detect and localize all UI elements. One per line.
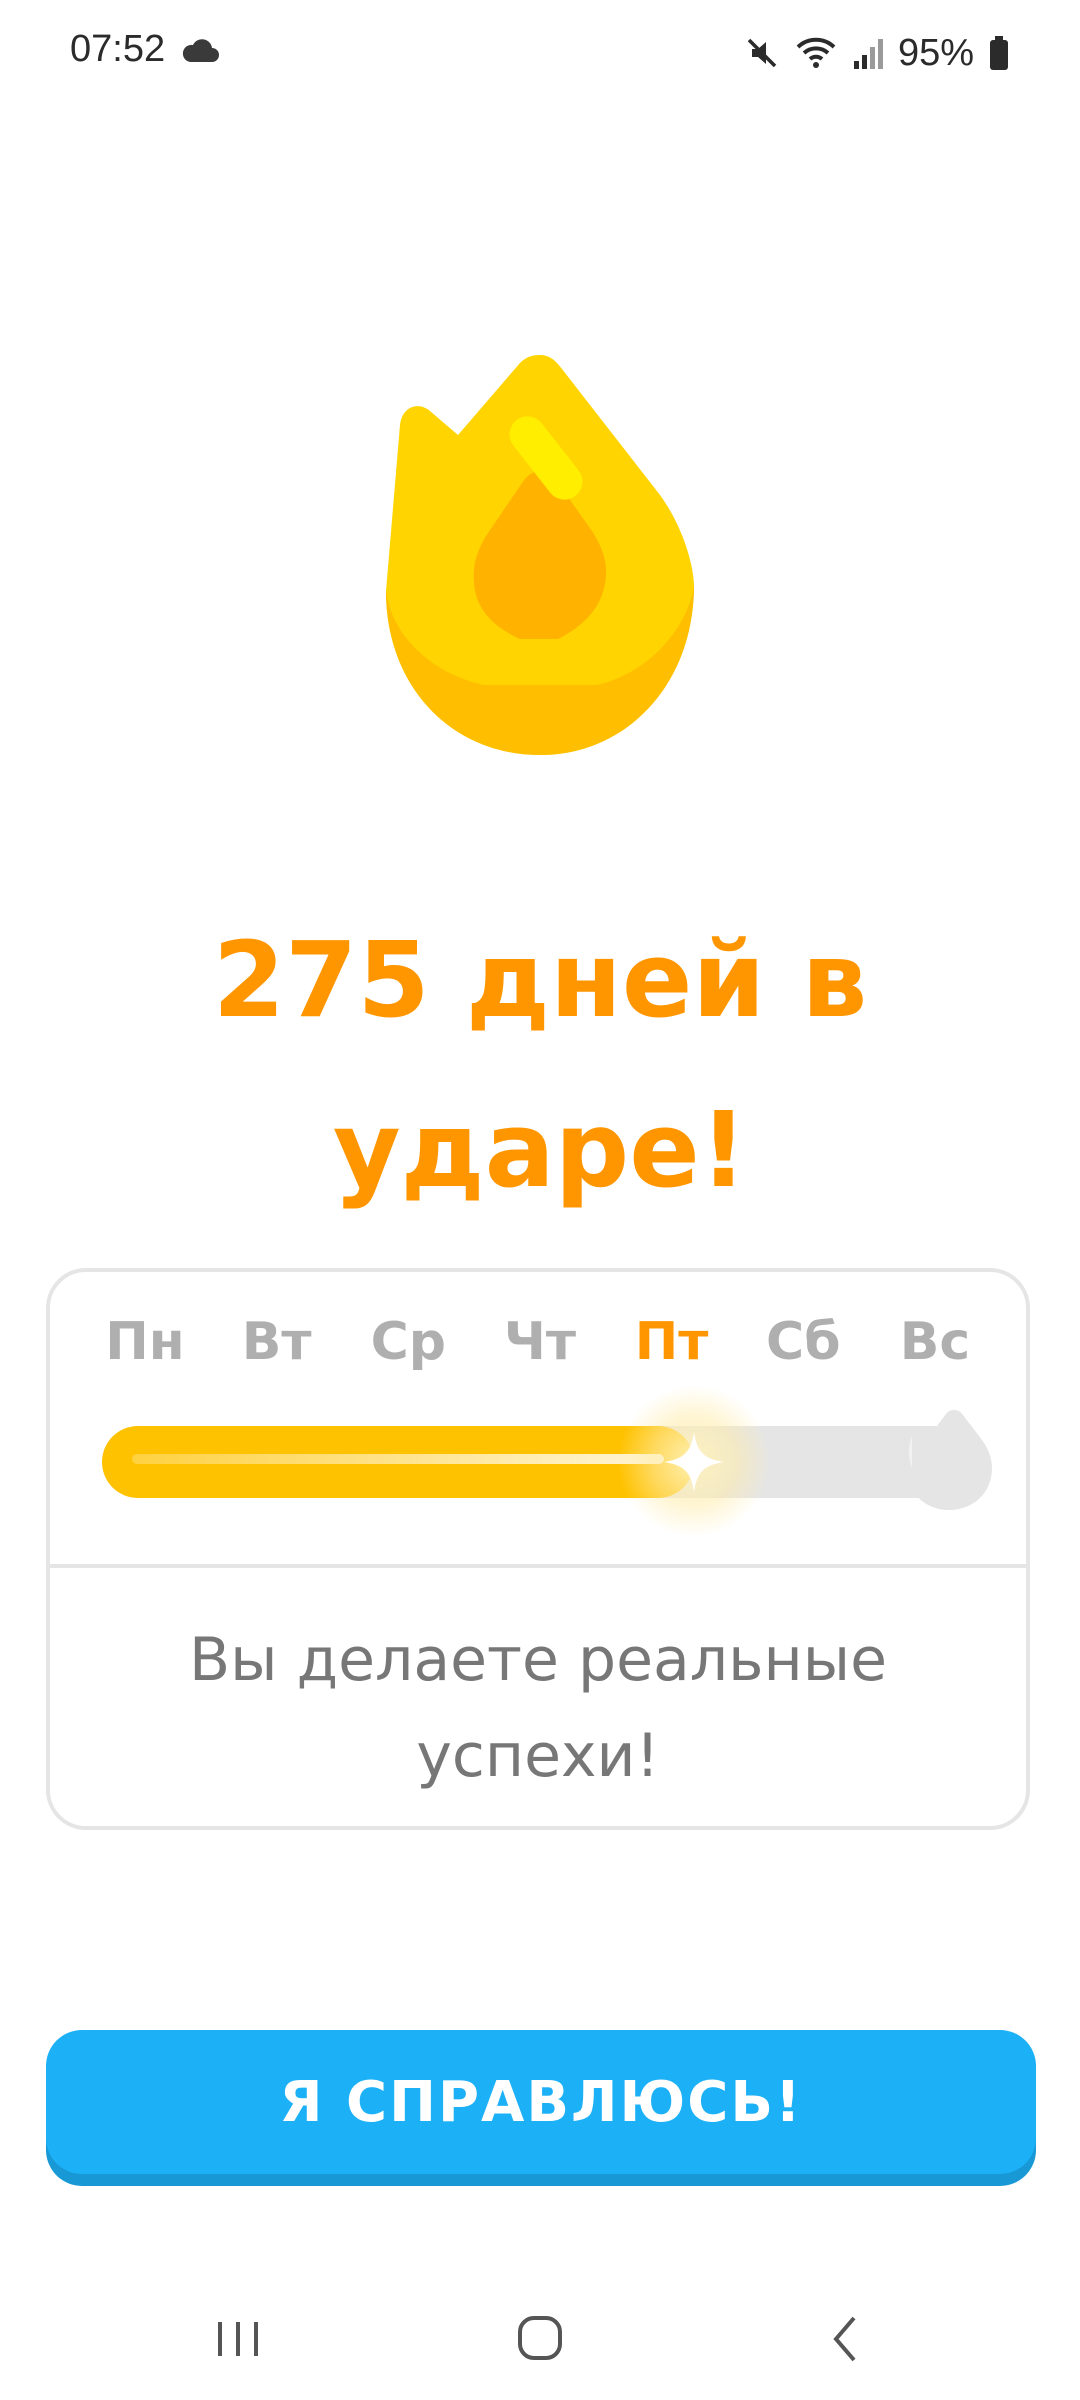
status-time: 07:52 [70,28,166,70]
mute-icon [747,38,777,68]
battery-icon [990,36,1008,70]
weekday-label: Вт [241,1312,312,1372]
streak-headline: 275 дней в ударе! [120,895,960,1235]
message-line-1: Вы делаете реальные [189,1625,887,1695]
card-divider [50,1564,1026,1568]
signal-icon [853,39,883,69]
progress-shine [132,1454,664,1464]
week-progress-bar [102,1386,972,1536]
cloud-icon [182,39,219,62]
system-navigation-bar [0,2280,1080,2400]
encouragement-message: Вы делаете реальные успехи! [90,1612,986,1804]
goal-flame-icon [908,1410,992,1510]
status-bar: 07:52 95% [0,0,1080,110]
status-icons: 95% [744,28,1010,78]
weekday-label: Пт [634,1312,709,1372]
message-line-2: успехи! [416,1721,660,1791]
weekday-label: Чт [503,1312,577,1372]
back-icon[interactable] [806,2304,886,2374]
battery-percentage: 95% [897,31,974,74]
sparkle-icon [664,1432,724,1492]
weekday-label: Пн [105,1312,185,1372]
headline-line-1: 275 дней в [212,919,868,1041]
continue-button-label: Я СПРАВЛЮСЬ! [279,2069,803,2135]
weekday-label: Вс [899,1312,971,1372]
recent-apps-icon[interactable] [198,2304,278,2374]
home-icon[interactable] [500,2304,580,2374]
weekday-label: Ср [370,1312,446,1372]
wifi-icon [796,37,836,68]
continue-button[interactable]: Я СПРАВЛЮСЬ! [46,2030,1036,2174]
streak-flame-icon [386,355,694,755]
weekday-row: Пн Вт Ср Чт Пт Сб Вс [90,1312,990,1382]
weekday-label: Сб [766,1312,841,1372]
streak-card: Пн Вт Ср Чт Пт Сб Вс Вы делаете реальные успех… [46,1268,1030,1830]
headline-line-2: ударе! [332,1089,748,1211]
